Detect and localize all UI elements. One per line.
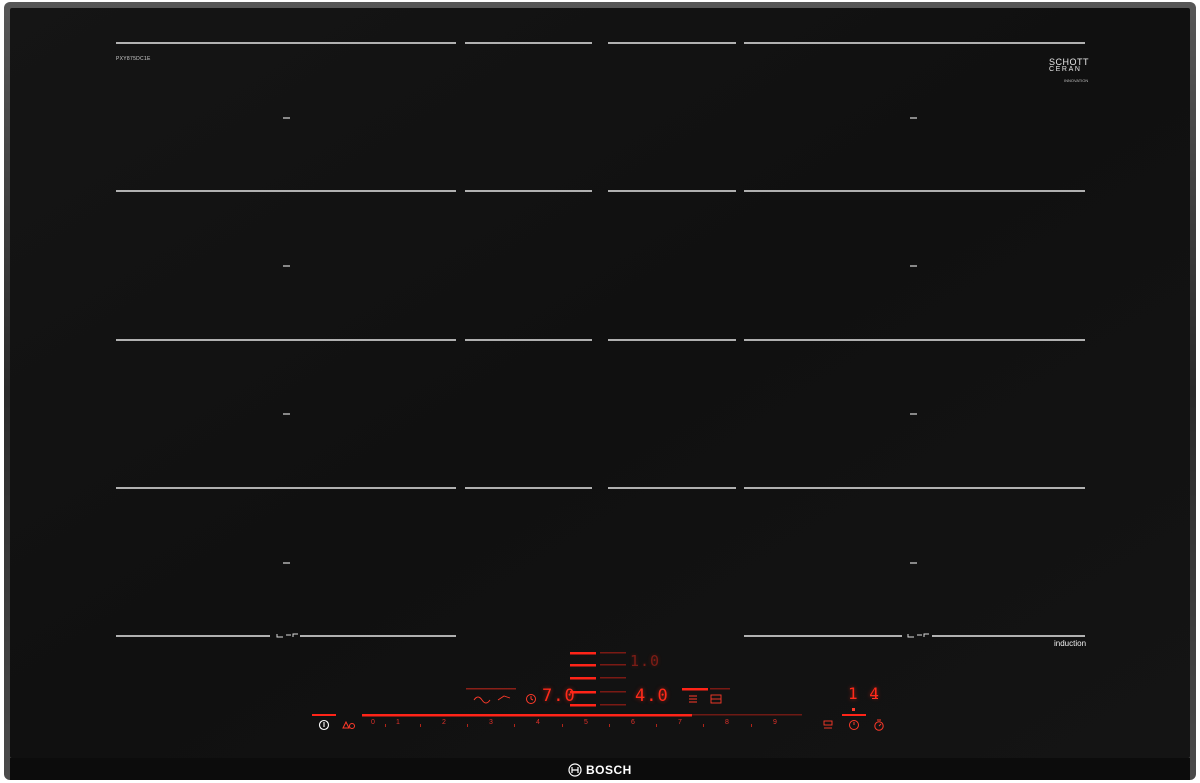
- power-level-5[interactable]: 5: [584, 719, 588, 726]
- top-readout: 1.0: [630, 652, 661, 670]
- power-level-3[interactable]: 3: [489, 719, 493, 726]
- center-readout: 4.0: [635, 686, 669, 706]
- manufacturer-logo-text: BOSCH: [586, 763, 632, 777]
- power-level-4[interactable]: 4: [536, 719, 540, 726]
- power-level-0[interactable]: 0: [371, 719, 375, 726]
- timer-slider-bar: [842, 714, 866, 716]
- power-slider-start: [312, 714, 336, 716]
- timer-dot: [852, 708, 855, 711]
- power-slider-active[interactable]: [362, 714, 692, 717]
- left-readout: 7.0: [542, 686, 576, 706]
- power-slider-track[interactable]: [692, 714, 802, 716]
- right-readout: 1 4: [848, 684, 880, 703]
- model-code: PXY875DC1E: [116, 56, 151, 62]
- menu-indicator-bar: [682, 688, 708, 691]
- mode-indicator-line: [466, 688, 516, 690]
- power-level-2[interactable]: 2: [442, 719, 446, 726]
- power-level-9[interactable]: 9: [773, 719, 777, 726]
- glass-brand-code: INNOVATION: [1064, 78, 1089, 83]
- glass-brand-line2: CERAN: [1049, 66, 1082, 73]
- power-level-6[interactable]: 6: [631, 719, 635, 726]
- power-level-1[interactable]: 1: [396, 719, 400, 726]
- glass-top: [10, 8, 1190, 758]
- power-level-8[interactable]: 8: [725, 719, 729, 726]
- induction-label: induction: [1054, 639, 1087, 648]
- induction-hob-surface: [0, 0, 1200, 783]
- power-level-7[interactable]: 7: [678, 719, 682, 726]
